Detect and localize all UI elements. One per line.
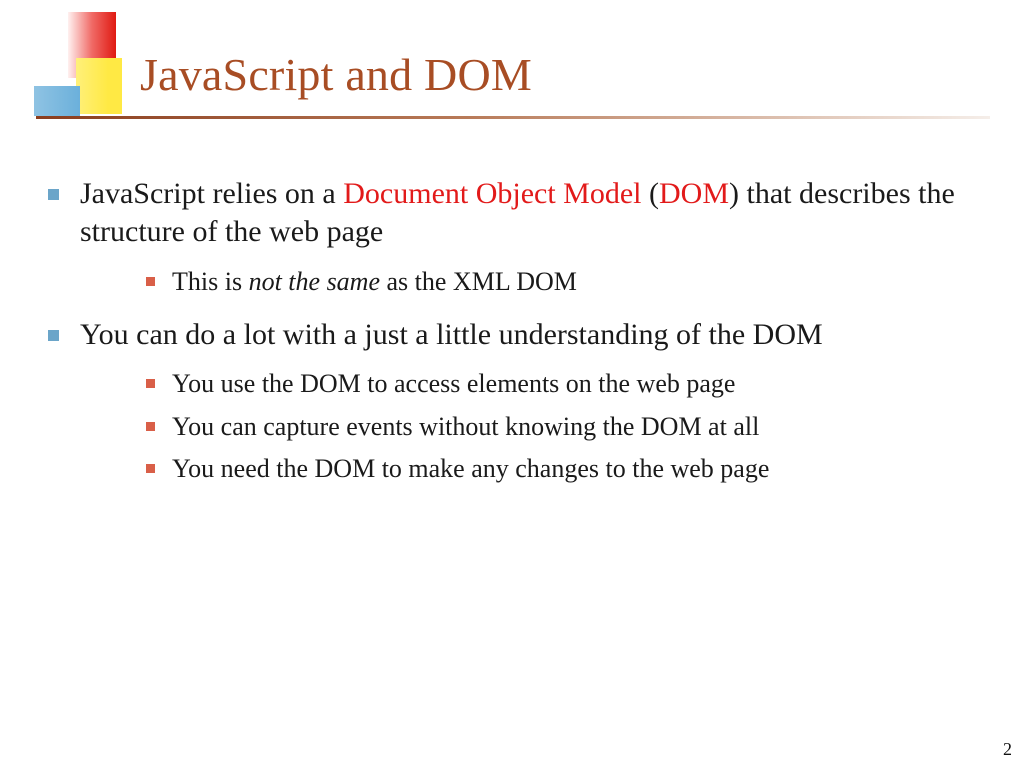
bullet-2-sub-3: You need the DOM to make any changes to … [144,449,1000,489]
corner-blue-box [34,86,80,116]
corner-red-box [68,12,116,78]
slide-content: JavaScript relies on a Document Object M… [40,175,1000,503]
bullet-1-pre: JavaScript relies on a [80,177,343,210]
bullet-1-hl1: Document Object Model [343,177,641,210]
bullet-1-sub-1b: as the XML DOM [380,267,577,296]
bullet-1-hl2: DOM [659,177,729,210]
slide-title: JavaScript and DOM [140,48,532,101]
bullet-2-text: You can do a lot with a just a little un… [80,318,823,351]
page-number: 2 [1003,739,1012,760]
corner-yellow-box [76,58,122,114]
bullet-1: JavaScript relies on a Document Object M… [40,175,1000,302]
title-rule [36,116,990,119]
bullet-1-mid: ( [642,177,660,210]
bullet-1-sub-1: This is not the same as the XML DOM [144,262,1000,302]
bullet-1-sub-1-ital: not the same [249,267,380,296]
corner-graphic [0,0,160,160]
bullet-2-sub-2: You can capture events without knowing t… [144,407,1000,447]
bullet-2-sub-1: You use the DOM to access elements on th… [144,364,1000,404]
bullet-2: You can do a lot with a just a little un… [40,316,1000,489]
bullet-1-sub-1a: This is [172,267,249,296]
